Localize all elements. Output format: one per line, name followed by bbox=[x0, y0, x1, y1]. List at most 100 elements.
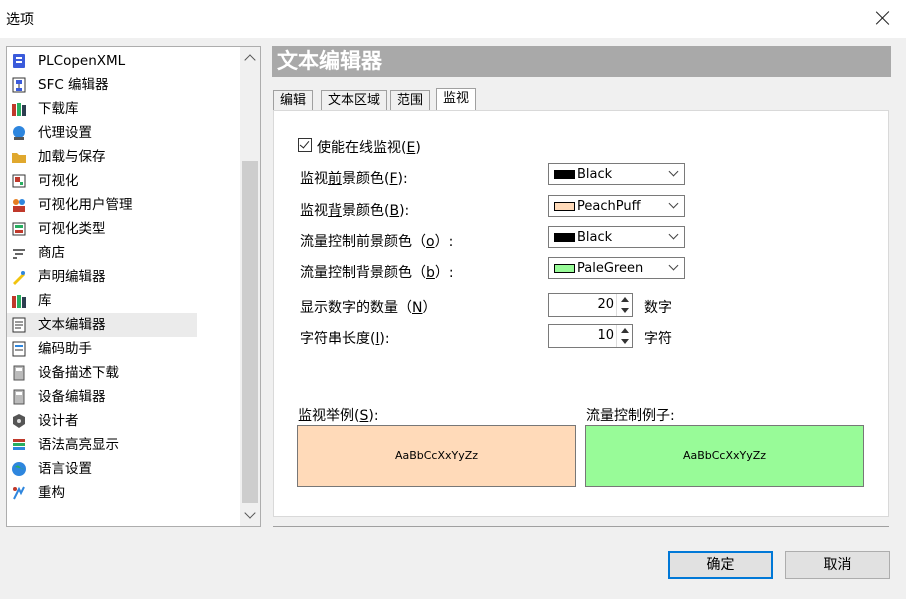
chevron-down-icon bbox=[668, 198, 679, 209]
flow-bg-color-select[interactable]: PaleGreen bbox=[548, 257, 685, 279]
sidebar-item[interactable]: 可视化类型 bbox=[7, 217, 241, 241]
chevron-down-icon bbox=[668, 166, 679, 177]
sidebar-item[interactable]: 库 bbox=[7, 289, 241, 313]
sidebar-item[interactable]: 设备编辑器 bbox=[7, 385, 241, 409]
string-length-stepper[interactable]: 10 bbox=[548, 324, 633, 348]
num-digits-stepper[interactable]: 20 bbox=[548, 293, 633, 317]
sidebar-item[interactable]: PLCopenXML bbox=[7, 49, 241, 73]
decrement-arrow-icon[interactable] bbox=[617, 305, 632, 316]
enable-online-monitor-checkbox[interactable] bbox=[298, 138, 312, 152]
sidebar-item[interactable]: 下载库 bbox=[7, 97, 241, 121]
monitor-example-preview: AaBbCcXxYyZz bbox=[297, 425, 576, 487]
window-title: 选项 bbox=[6, 12, 34, 28]
sidebar-item[interactable]: 编码助手 bbox=[7, 337, 241, 361]
increment-arrow-icon[interactable] bbox=[617, 325, 632, 336]
monitor-bg-color-select[interactable]: PeachPuff bbox=[548, 195, 685, 217]
visualization-icon bbox=[11, 173, 27, 189]
combo-value: Black bbox=[577, 167, 613, 182]
sidebar-item-label: 代理设置 bbox=[38, 125, 92, 141]
library-icon bbox=[11, 293, 27, 309]
vertical-scrollbar[interactable] bbox=[240, 47, 260, 526]
close-icon[interactable] bbox=[874, 9, 892, 27]
color-swatch bbox=[554, 170, 575, 179]
monitor-fg-color-select[interactable]: Black bbox=[548, 163, 685, 185]
monitor-bg-color-label: 监视背景颜色(B): bbox=[300, 203, 410, 219]
xml-icon bbox=[11, 53, 27, 69]
tab-text-area[interactable]: 文本区域 bbox=[321, 90, 388, 110]
stepper-value: 10 bbox=[597, 328, 614, 343]
sidebar-item-label: 声明编辑器 bbox=[38, 269, 106, 285]
category-items: PLCopenXML SFC 编辑器 下载库代理设置加载与保存可视化可视化用户管理可… bbox=[7, 49, 241, 505]
sfc-icon bbox=[11, 77, 27, 93]
sidebar-item-label: 设计者 bbox=[38, 413, 79, 429]
combo-value: Black bbox=[577, 230, 613, 245]
sidebar-item-label: 设备编辑器 bbox=[38, 389, 106, 405]
coding-assistant-icon bbox=[11, 341, 27, 357]
scroll-down-icon[interactable] bbox=[240, 504, 260, 526]
declaration-icon bbox=[11, 269, 27, 285]
sidebar-item[interactable]: 声明编辑器 bbox=[7, 265, 241, 289]
sidebar-item-label: 可视化类型 bbox=[38, 221, 106, 237]
sidebar-item-label: 可视化用户管理 bbox=[38, 197, 133, 213]
stepper-value: 20 bbox=[597, 297, 614, 312]
num-digits-label: 显示数字的数量（N） bbox=[300, 300, 437, 316]
sidebar-item[interactable]: 语法高亮显示 bbox=[7, 433, 241, 457]
ok-button[interactable]: 确定 bbox=[668, 551, 773, 579]
store-icon bbox=[11, 245, 27, 261]
sidebar-item-label: 重构 bbox=[38, 485, 65, 501]
tab-scope[interactable]: 范围 bbox=[390, 90, 431, 110]
monitor-example-label: 监视举例(S): bbox=[298, 408, 379, 424]
stepper-buttons bbox=[616, 325, 632, 347]
scroll-up-icon[interactable] bbox=[240, 47, 260, 69]
sidebar-item[interactable]: 商店 bbox=[7, 241, 241, 265]
sidebar-item-label: 语言设置 bbox=[38, 461, 92, 477]
chevron-down-icon bbox=[668, 260, 679, 271]
folder-open-icon bbox=[11, 149, 27, 165]
monitor-fg-color-label: 监视前景颜色(F): bbox=[300, 171, 408, 187]
flow-example-preview: AaBbCcXxYyZz bbox=[585, 425, 864, 487]
sidebar-item-label: 下载库 bbox=[38, 101, 79, 117]
sidebar-item[interactable]: 文本编辑器 bbox=[7, 313, 197, 337]
sidebar-item[interactable]: 设计者 bbox=[7, 409, 241, 433]
color-swatch bbox=[554, 202, 575, 211]
library-download-icon bbox=[11, 101, 27, 117]
sidebar-item-label: 加载与保存 bbox=[38, 149, 106, 165]
options-category-list[interactable]: PLCopenXML SFC 编辑器 下载库代理设置加载与保存可视化可视化用户管理可… bbox=[6, 46, 261, 527]
sidebar-item-label: PLCopenXML bbox=[38, 53, 126, 69]
divider bbox=[273, 526, 889, 527]
sidebar-item[interactable]: 语言设置 bbox=[7, 457, 241, 481]
sidebar-item[interactable]: 可视化 bbox=[7, 169, 241, 193]
designer-icon bbox=[11, 413, 27, 429]
sidebar-item-label: 可视化 bbox=[38, 173, 79, 189]
sidebar-item[interactable]: 设备描述下载 bbox=[7, 361, 241, 385]
device-editor-icon bbox=[11, 389, 27, 405]
sidebar-item[interactable]: 重构 bbox=[7, 481, 241, 505]
stepper-buttons bbox=[616, 294, 632, 316]
tab-monitor[interactable]: 监视 bbox=[436, 88, 477, 110]
color-swatch bbox=[554, 264, 575, 273]
text-editor-icon bbox=[11, 317, 27, 333]
refactor-icon bbox=[11, 485, 27, 501]
sidebar-item-label: SFC 编辑器 bbox=[38, 77, 109, 93]
sidebar-item-label: 编码助手 bbox=[38, 341, 92, 357]
proxy-icon bbox=[11, 125, 27, 141]
string-length-label: 字符串长度(l): bbox=[300, 331, 390, 347]
increment-arrow-icon[interactable] bbox=[617, 294, 632, 305]
combo-value: PeachPuff bbox=[577, 199, 641, 214]
scrollbar-thumb[interactable] bbox=[242, 161, 258, 503]
sidebar-item[interactable]: 加载与保存 bbox=[7, 145, 241, 169]
sidebar-item[interactable]: SFC 编辑器 bbox=[7, 73, 241, 97]
tab-edit[interactable]: 编辑 bbox=[273, 90, 314, 110]
cancel-button[interactable]: 取消 bbox=[785, 551, 890, 579]
sidebar-item[interactable]: 代理设置 bbox=[7, 121, 241, 145]
sidebar-item[interactable]: 可视化用户管理 bbox=[7, 193, 241, 217]
page-title: 文本编辑器 bbox=[272, 46, 891, 77]
flow-fg-color-select[interactable]: Black bbox=[548, 226, 685, 248]
sidebar-item-label: 商店 bbox=[38, 245, 65, 261]
chevron-down-icon bbox=[668, 229, 679, 240]
sidebar-item-label: 库 bbox=[38, 293, 52, 309]
visualization-type-icon bbox=[11, 221, 27, 237]
sidebar-item-label: 文本编辑器 bbox=[38, 317, 106, 333]
title-bar: 选项 bbox=[0, 0, 906, 38]
decrement-arrow-icon[interactable] bbox=[617, 336, 632, 347]
